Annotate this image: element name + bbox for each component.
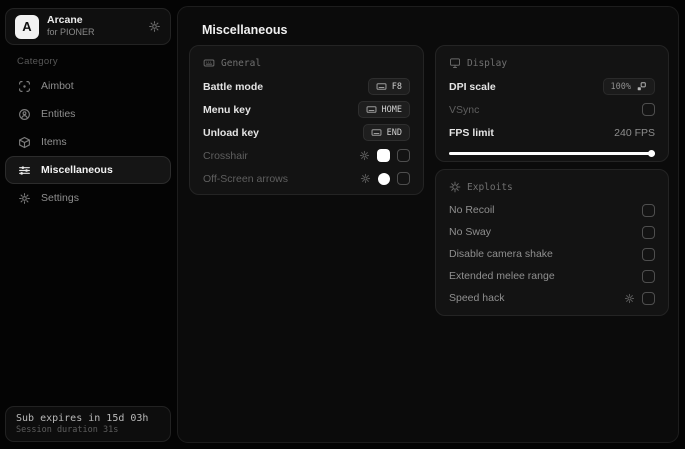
setting-row-unload-key: Unload key END bbox=[203, 121, 410, 144]
sub-expiry-text: Sub expires in 15d 03h bbox=[16, 413, 149, 424]
sidebar: A Arcane for PIONER Category Aimbot Enti… bbox=[0, 0, 176, 449]
app-name: Arcane bbox=[47, 14, 83, 27]
subscription-info-card: Sub expires in 15d 03h Session duration … bbox=[5, 406, 171, 442]
setting-row-offscreen-arrows: Off-Screen arrows bbox=[203, 167, 410, 190]
setting-label: Speed hack bbox=[449, 292, 505, 304]
dpi-scale-value: 100% bbox=[610, 81, 631, 92]
keybind-value: END bbox=[386, 127, 402, 138]
session-duration-text: Session duration 31s bbox=[16, 425, 119, 435]
crosshair-checkbox[interactable] bbox=[397, 149, 410, 162]
setting-label: Crosshair bbox=[203, 149, 248, 162]
app-title-block: Arcane for PIONER bbox=[47, 14, 95, 38]
app-logo: A bbox=[15, 14, 39, 39]
general-panel-header: General bbox=[203, 55, 410, 71]
slider-fill bbox=[449, 152, 655, 155]
entities-icon bbox=[18, 108, 31, 121]
setting-row-crosshair: Crosshair bbox=[203, 144, 410, 167]
fps-limit-value: 240 FPS bbox=[614, 126, 655, 139]
app-window: A Arcane for PIONER Category Aimbot Enti… bbox=[0, 0, 685, 449]
setting-label: Menu key bbox=[203, 103, 251, 116]
keyboard-icon bbox=[371, 127, 382, 138]
sidebar-item-label: Settings bbox=[41, 192, 79, 204]
vsync-checkbox[interactable] bbox=[642, 103, 655, 116]
sidebar-item-aimbot[interactable]: Aimbot bbox=[5, 72, 171, 100]
setting-row-vsync: VSync bbox=[449, 98, 655, 121]
setting-row-extended-melee-range: Extended melee range bbox=[449, 265, 655, 287]
keyboard-icon bbox=[203, 57, 215, 69]
speed-hack-checkbox[interactable] bbox=[642, 291, 655, 305]
settings-icon bbox=[18, 192, 31, 205]
sidebar-nav: Aimbot Entities Items Miscellaneous Sett… bbox=[5, 72, 171, 212]
sidebar-item-label: Miscellaneous bbox=[41, 164, 113, 176]
keyboard-icon bbox=[376, 81, 387, 92]
offscreen-arrows-options-gear-icon[interactable] bbox=[360, 173, 371, 184]
page-title: Miscellaneous bbox=[202, 23, 288, 37]
display-panel-header: Display bbox=[449, 55, 655, 71]
crosshair-color-swatch[interactable] bbox=[377, 149, 390, 162]
keybind-value: F8 bbox=[391, 81, 402, 92]
general-panel-title: General bbox=[221, 57, 262, 69]
setting-label: Battle mode bbox=[203, 80, 264, 93]
general-panel: General Battle mode F8 Menu key HOME Unl… bbox=[189, 45, 424, 195]
setting-row-fps-limit: FPS limit 240 FPS bbox=[449, 121, 655, 144]
offscreen-arrows-color-swatch[interactable] bbox=[378, 172, 390, 185]
setting-row-menu-key: Menu key HOME bbox=[203, 98, 410, 121]
sidebar-item-miscellaneous[interactable]: Miscellaneous bbox=[5, 156, 171, 184]
display-panel-title: Display bbox=[467, 57, 508, 69]
setting-row-disable-camera-shake: Disable camera shake bbox=[449, 243, 655, 265]
setting-label: Extended melee range bbox=[449, 270, 555, 282]
slider-knob[interactable] bbox=[648, 150, 655, 157]
setting-label: FPS limit bbox=[449, 126, 494, 139]
scale-icon bbox=[636, 81, 647, 92]
battle-mode-keybind-button[interactable]: F8 bbox=[367, 78, 410, 95]
monitor-icon bbox=[449, 57, 461, 69]
aimbot-icon bbox=[18, 80, 31, 93]
setting-label: DPI scale bbox=[449, 80, 496, 93]
sidebar-category-label: Category bbox=[17, 56, 58, 67]
disable-camera-shake-checkbox[interactable] bbox=[642, 247, 655, 261]
exploits-panel-header: Exploits bbox=[449, 179, 655, 195]
setting-label: VSync bbox=[449, 103, 480, 116]
miscellaneous-icon bbox=[18, 164, 31, 177]
gear-icon[interactable] bbox=[148, 20, 161, 33]
speed-hack-options-gear-icon[interactable] bbox=[624, 293, 635, 304]
unload-keybind-button[interactable]: END bbox=[362, 124, 410, 141]
setting-row-dpi-scale: DPI scale 100% bbox=[449, 75, 655, 98]
sidebar-item-label: Entities bbox=[41, 108, 76, 120]
app-header-card: A Arcane for PIONER bbox=[5, 8, 171, 45]
crosshair-options-gear-icon[interactable] bbox=[359, 150, 370, 161]
setting-row-speed-hack: Speed hack bbox=[449, 287, 655, 309]
dpi-scale-selector[interactable]: 100% bbox=[602, 78, 655, 95]
setting-row-battle-mode: Battle mode F8 bbox=[203, 75, 410, 98]
no-sway-checkbox[interactable] bbox=[642, 225, 655, 239]
fps-limit-slider[interactable] bbox=[449, 150, 655, 157]
menu-keybind-button[interactable]: HOME bbox=[357, 101, 410, 118]
sidebar-item-entities[interactable]: Entities bbox=[5, 100, 171, 128]
setting-row-no-recoil: No Recoil bbox=[449, 199, 655, 221]
sidebar-item-label: Aimbot bbox=[41, 80, 74, 92]
sidebar-item-settings[interactable]: Settings bbox=[5, 184, 171, 212]
keyboard-icon bbox=[366, 104, 377, 115]
app-subtitle: for PIONER bbox=[47, 27, 95, 38]
items-icon bbox=[18, 136, 31, 149]
setting-row-no-sway: No Sway bbox=[449, 221, 655, 243]
exploits-panel: Exploits No Recoil No Sway Disable camer… bbox=[435, 169, 669, 316]
display-panel: Display DPI scale 100% VSync FPS limit 2… bbox=[435, 45, 669, 162]
setting-label: No Recoil bbox=[449, 204, 495, 216]
main-content: Miscellaneous General Battle mode F8 Men… bbox=[177, 6, 679, 443]
keybind-value: HOME bbox=[381, 104, 402, 115]
sidebar-item-label: Items bbox=[41, 136, 67, 148]
setting-label: Off-Screen arrows bbox=[203, 172, 288, 185]
extended-melee-range-checkbox[interactable] bbox=[642, 269, 655, 283]
setting-label: Disable camera shake bbox=[449, 248, 553, 260]
setting-label: No Sway bbox=[449, 226, 492, 238]
sidebar-item-items[interactable]: Items bbox=[5, 128, 171, 156]
exploits-panel-title: Exploits bbox=[467, 181, 513, 193]
exploits-icon bbox=[449, 181, 461, 193]
no-recoil-checkbox[interactable] bbox=[642, 203, 655, 217]
setting-label: Unload key bbox=[203, 126, 260, 139]
offscreen-arrows-checkbox[interactable] bbox=[397, 172, 410, 185]
